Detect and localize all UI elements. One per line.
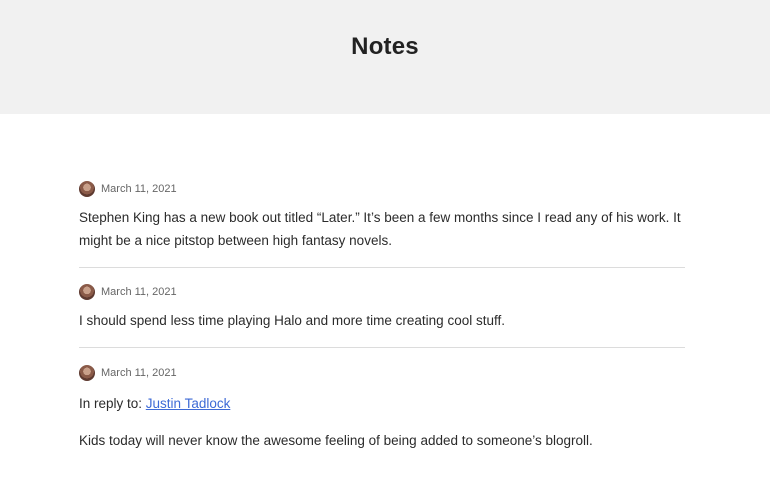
page-title: Notes [351,33,419,60]
note-item: March 11, 2021 In reply to: Justin Tadlo… [79,347,685,452]
reply-author-link[interactable]: Justin Tadlock [146,396,231,411]
page-header: Notes [0,0,770,114]
note-meta: March 11, 2021 [79,364,685,382]
note-text: Stephen King has a new book out titled “… [79,210,681,248]
author-avatar[interactable] [79,284,95,300]
author-avatar[interactable] [79,365,95,381]
author-avatar[interactable] [79,181,95,197]
note-item: March 11, 2021 I should spend less time … [79,267,685,347]
note-date-link[interactable]: March 11, 2021 [101,367,177,379]
reply-prefix: In reply to: [79,396,143,411]
note-meta: March 11, 2021 [79,180,685,198]
note-meta: March 11, 2021 [79,283,685,301]
note-date-link[interactable]: March 11, 2021 [101,183,177,195]
note-text: Kids today will never know the awesome f… [79,433,593,448]
notes-list: March 11, 2021 Stephen King has a new bo… [79,180,685,452]
note-date-link[interactable]: March 11, 2021 [101,286,177,298]
note-text: I should spend less time playing Halo an… [79,313,505,328]
reply-line: In reply to: Justin Tadlock [79,392,685,415]
note-item: March 11, 2021 Stephen King has a new bo… [79,180,685,267]
